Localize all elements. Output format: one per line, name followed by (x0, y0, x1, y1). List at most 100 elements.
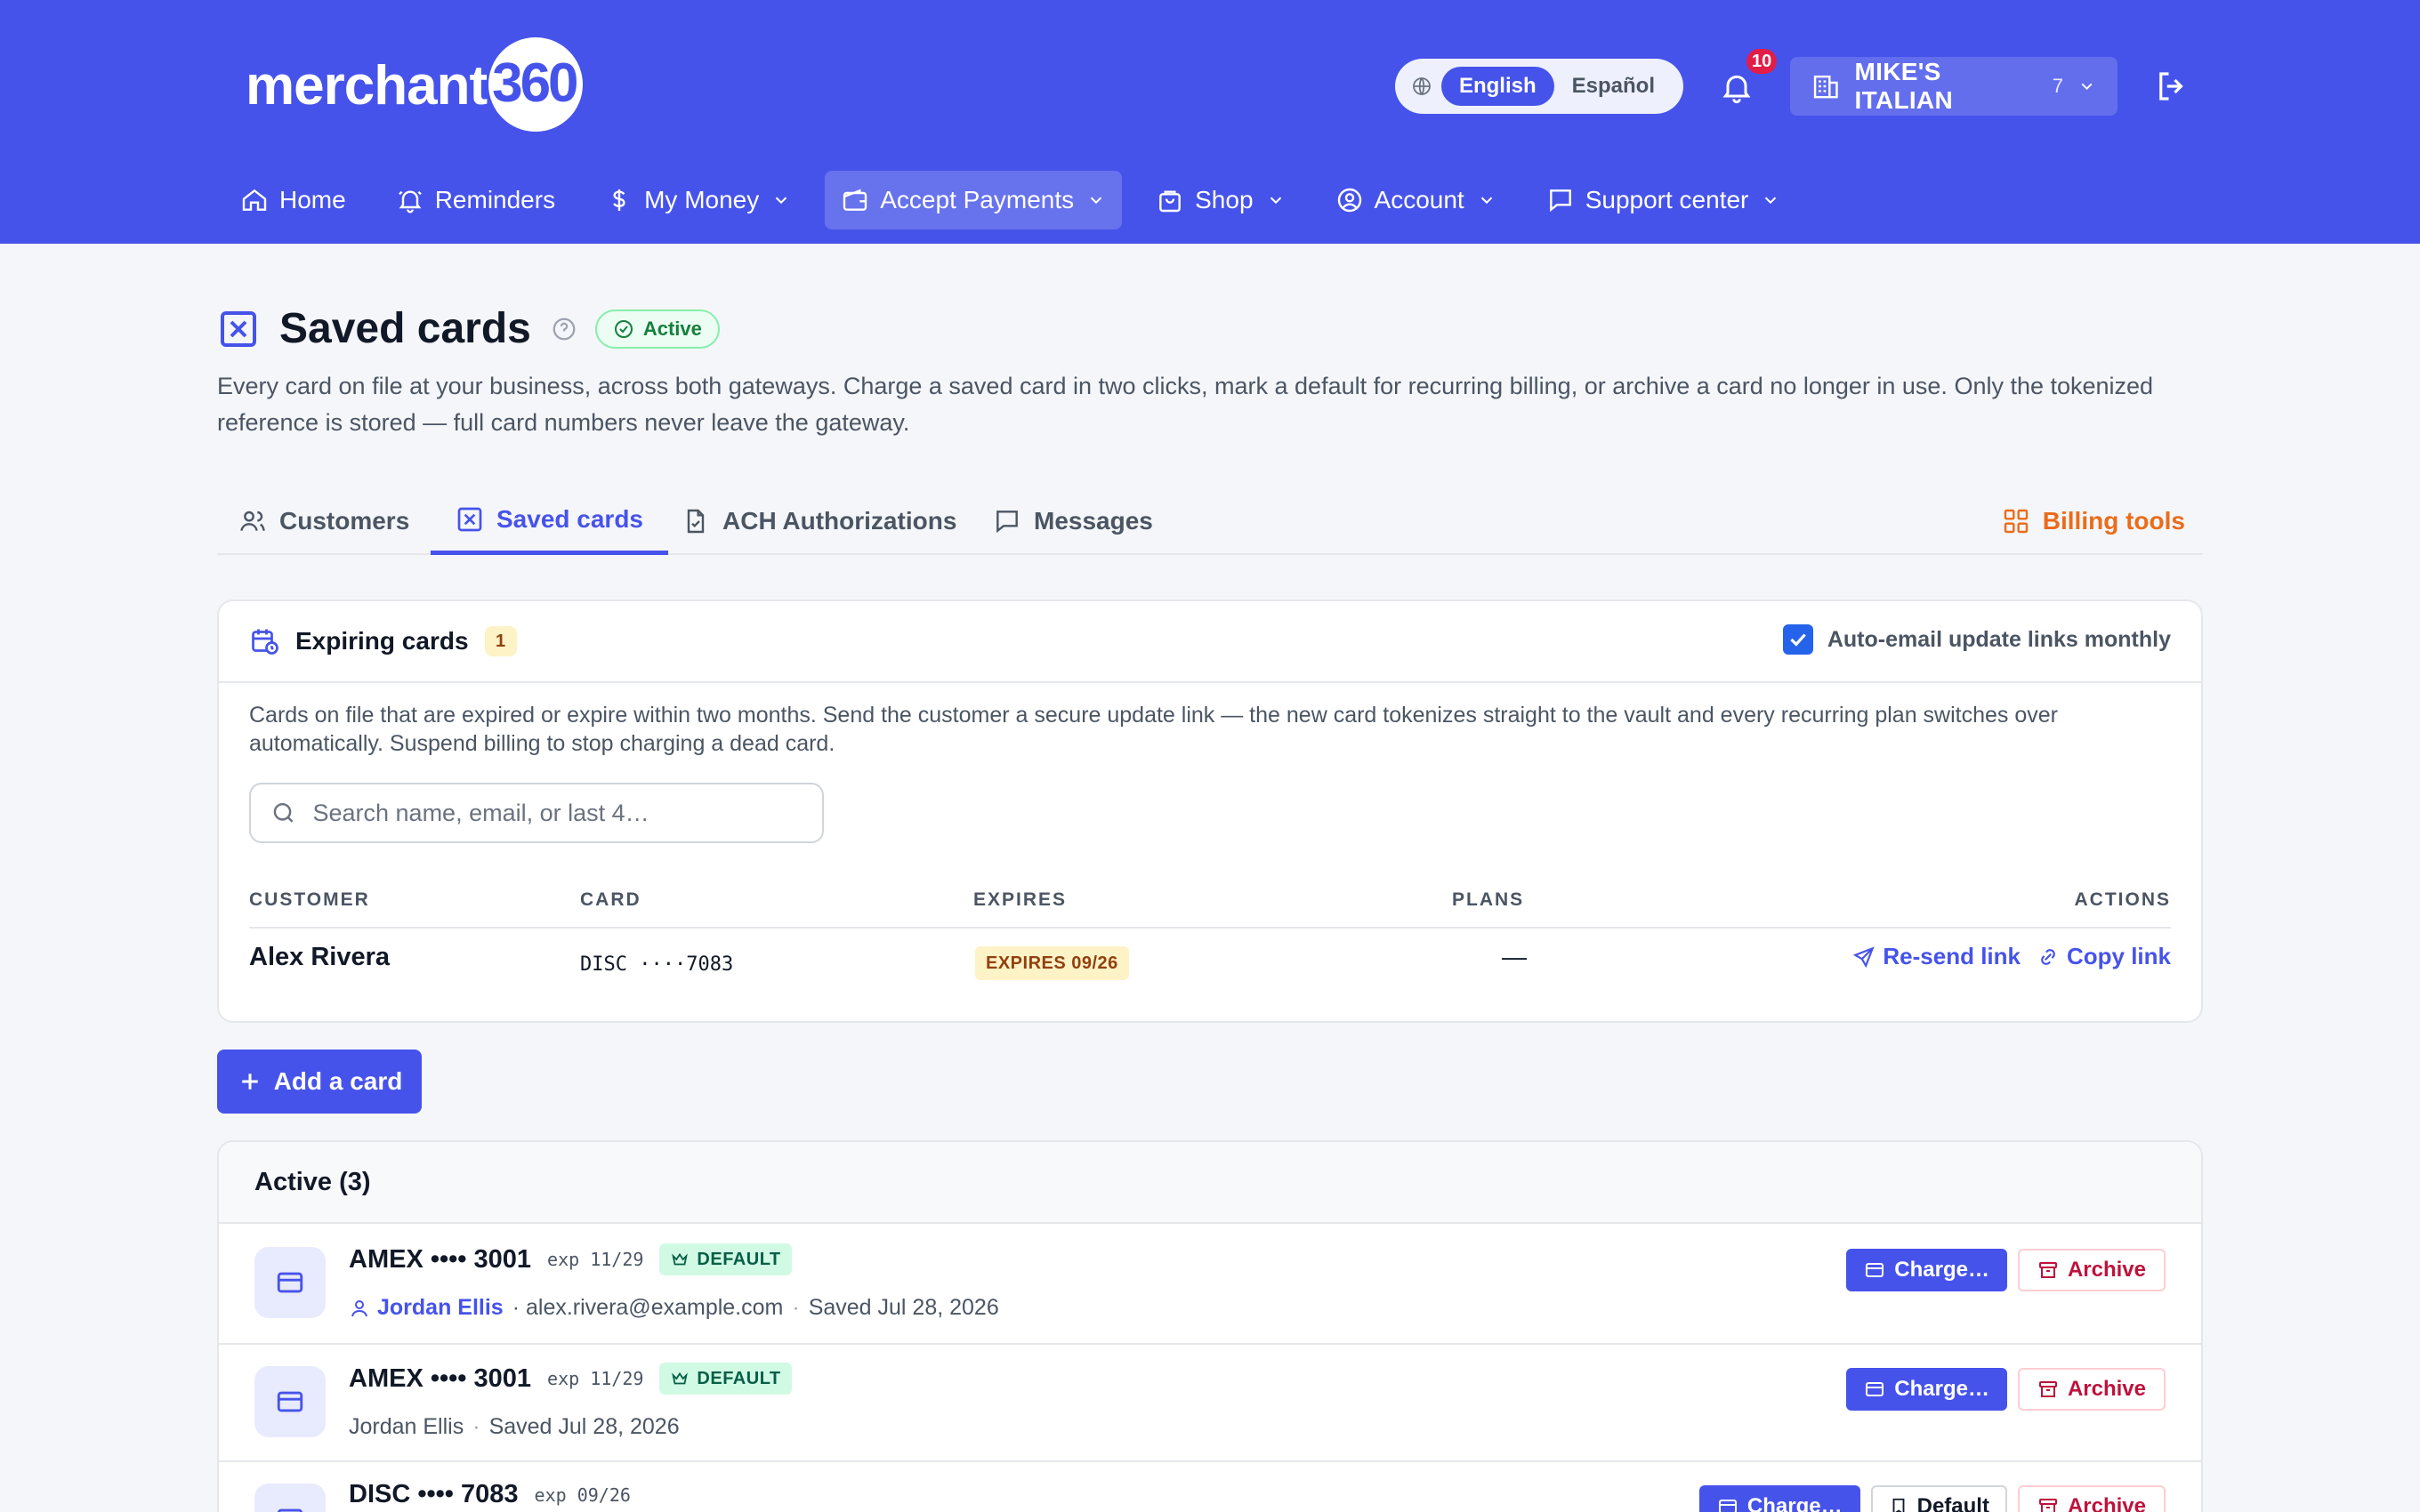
nav-shop[interactable]: Shop (1140, 171, 1301, 229)
notification-count-badge: 10 (1744, 46, 1780, 76)
column-header-customer: CUSTOMER (249, 889, 370, 910)
merchant360-logo[interactable]: merchant 360 (246, 37, 622, 133)
separator: · (792, 1295, 800, 1320)
copy-link-button[interactable]: Copy link (2037, 943, 2171, 970)
set-default-button[interactable]: Default (1870, 1485, 2007, 1512)
card-meta-line: Jordan Ellis · Saved Jul 28, 2026 (349, 1414, 680, 1440)
nav-support-center[interactable]: Support center (1530, 171, 1797, 229)
billing-tools-button[interactable]: Billing tools (2002, 487, 2185, 555)
document-check-icon (687, 509, 705, 534)
resend-link-button[interactable]: Re-send link (1852, 943, 2021, 970)
charge-button[interactable]: Charge… (1698, 1485, 1860, 1512)
expiring-cards-header: Expiring cards 1 Auto-email update links… (219, 601, 2201, 683)
default-badge: DEFAULT (659, 1363, 792, 1395)
charge-button[interactable]: Charge… (1846, 1249, 2007, 1291)
archive-icon (2038, 1499, 2057, 1512)
user-icon (351, 1299, 367, 1316)
tab-messages[interactable]: Messages (993, 487, 1153, 555)
credit-card-icon (1866, 1382, 1884, 1396)
row-actions: Re-send link Copy link (1836, 943, 2171, 970)
calendar-clock-icon (252, 629, 278, 655)
card-thumbnail (254, 1247, 326, 1318)
logout-icon[interactable] (2153, 68, 2190, 105)
add-card-button[interactable]: Add a card (217, 1050, 422, 1114)
archive-icon (2038, 1262, 2057, 1278)
card-email: · alex.rivera@example.com (512, 1295, 784, 1320)
archive-button[interactable]: Archive (2017, 1368, 2166, 1411)
business-switcher[interactable]: MIKE'S ITALIAN 7 (1790, 57, 2118, 116)
page-header: Saved cards Active (217, 304, 720, 353)
expiring-cards-description: Cards on file that are expired or expire… (249, 703, 2058, 756)
chevron-down-icon (776, 197, 787, 205)
tab-ach-authorizations[interactable]: ACH Authorizations (682, 487, 956, 555)
table-divider (249, 927, 2171, 929)
credit-card-icon (1866, 1263, 1884, 1277)
card-expiry: exp 11/29 (547, 1368, 644, 1389)
card-actions: Charge… Archive (1846, 1249, 2166, 1291)
home-icon (242, 189, 267, 211)
column-header-card: CARD (580, 889, 641, 910)
chevron-down-icon (1270, 197, 1281, 205)
nav-account[interactable]: Account (1319, 171, 1512, 229)
credit-card-icon (1718, 1500, 1737, 1512)
charge-button[interactable]: Charge… (1846, 1368, 2007, 1411)
checkmark-icon (1790, 633, 1806, 647)
section-tabs: Customers Saved cards ACH Authorizations… (217, 487, 2203, 555)
bookmark-icon (1892, 1498, 1905, 1512)
card-number: DISC ····7083 (580, 953, 734, 976)
plus-icon (241, 1074, 258, 1090)
search-icon (273, 802, 294, 823)
active-cards-title: Active (3) (219, 1142, 2201, 1224)
nav-home[interactable]: Home (224, 171, 362, 229)
nav-accept-payments[interactable]: Accept Payments (825, 171, 1123, 229)
language-english[interactable]: English (1440, 67, 1554, 106)
card-expiry: exp 11/29 (547, 1249, 644, 1270)
customer-name[interactable]: Alex Rivera (249, 943, 390, 972)
credit-card-icon (277, 1508, 303, 1512)
building-icon (1813, 75, 1838, 99)
tab-saved-cards[interactable]: Saved cards (431, 487, 668, 555)
notifications-bell-icon[interactable] (1719, 69, 1754, 105)
archive-button[interactable]: Archive (2017, 1485, 2166, 1512)
column-header-plans: PLANS (1452, 889, 1525, 910)
active-cards-panel: Active (3) AMEX •••• 3001 exp 11/29 DEFA… (217, 1140, 2203, 1512)
tab-customers[interactable]: Customers (238, 487, 409, 555)
dollar-icon (613, 189, 625, 211)
card-label: AMEX •••• 3001 (349, 1244, 532, 1274)
crown-icon (672, 1371, 689, 1385)
logo-wordmark: merchant (246, 54, 488, 117)
check-circle-icon (614, 319, 633, 338)
expiring-cards-title: Expiring cards (295, 627, 469, 655)
card-title-line: AMEX •••• 3001 exp 11/29 DEFAULT (349, 1363, 792, 1395)
archive-button[interactable]: Archive (2017, 1249, 2166, 1291)
chevron-down-icon (1480, 197, 1492, 205)
logo-badge: 360 (488, 37, 622, 133)
card-meta-line: Jordan Ellis · alex.rivera@example.com ·… (349, 1295, 999, 1321)
saved-cards-icon (457, 507, 482, 531)
message-icon (1549, 189, 1571, 213)
crown-icon (672, 1252, 689, 1266)
nav-reminders[interactable]: Reminders (380, 171, 571, 229)
search-input[interactable] (312, 799, 803, 827)
help-icon[interactable] (551, 316, 577, 342)
wallet-icon (843, 189, 867, 211)
language-switcher: English Español (1395, 59, 1683, 114)
column-header-actions: ACTIONS (2074, 889, 2171, 910)
nav-my-money[interactable]: My Money (589, 171, 807, 229)
card-owner-link[interactable]: Jordan Ellis (349, 1295, 504, 1321)
expiring-cards-panel: Expiring cards 1 Auto-email update links… (217, 599, 2203, 1023)
send-icon (1853, 945, 1876, 968)
shopping-bag-icon (1159, 190, 1181, 213)
auto-email-toggle[interactable]: Auto-email update links monthly (1782, 624, 2171, 655)
users-icon (240, 511, 265, 532)
credit-card-icon (277, 1272, 303, 1293)
chevron-down-icon (1765, 197, 1777, 205)
chevron-down-icon (2081, 83, 2093, 90)
card-title-line: AMEX •••• 3001 exp 11/29 DEFAULT (349, 1243, 792, 1275)
expiring-search (249, 783, 824, 843)
card-thumbnail (254, 1366, 326, 1437)
list-item: DISC •••• 7083 exp 09/26 Charge… Default… (219, 1462, 2201, 1512)
language-spanish[interactable]: Español (1554, 67, 1673, 106)
default-badge: DEFAULT (659, 1243, 792, 1275)
auto-email-checkbox[interactable] (1782, 624, 1813, 655)
